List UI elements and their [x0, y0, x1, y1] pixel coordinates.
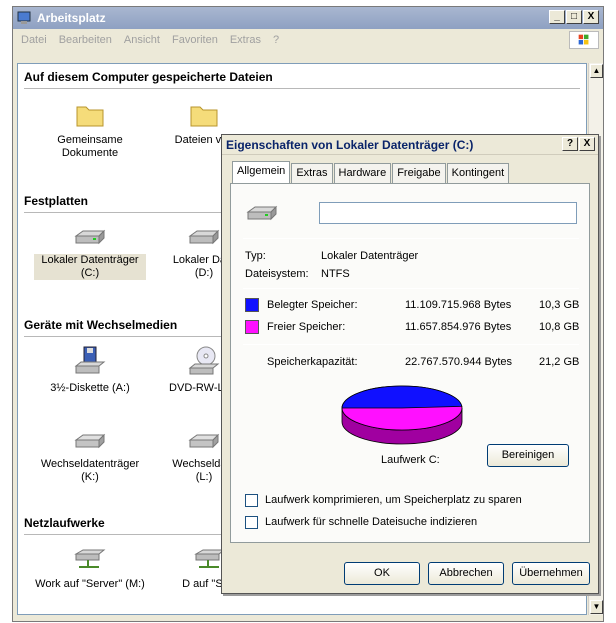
- window-titlebar[interactable]: Arbeitsplatz _ □ X: [13, 7, 603, 29]
- free-space-swatch: [245, 320, 259, 334]
- free-space-bytes: 11.657.854.976 Bytes: [405, 321, 512, 333]
- pie-slice-used: [341, 385, 463, 409]
- divider: [243, 238, 579, 239]
- section-heading-network: Netzlaufwerke: [24, 516, 105, 530]
- hard-drive-icon: [74, 229, 106, 245]
- section-heading-hard-drives: Festplatten: [24, 194, 89, 208]
- minimize-button[interactable]: _: [549, 10, 565, 24]
- menu-extras[interactable]: Extras: [224, 34, 267, 46]
- ok-button[interactable]: OK: [344, 562, 420, 585]
- dvd-drive-icon: [188, 346, 220, 375]
- tab-freigabe[interactable]: Freigabe: [392, 163, 446, 183]
- type-label: Typ:: [245, 250, 266, 262]
- used-space-swatch: [245, 298, 259, 312]
- item-floppy-a[interactable]: 3½-Diskette (A:): [34, 346, 146, 395]
- used-space-gb: 10,3 GB: [539, 299, 580, 311]
- removable-drive-icon: [74, 433, 106, 449]
- capacity-label: Speicherkapazität:: [267, 356, 358, 368]
- network-drive-icon: [74, 549, 106, 568]
- used-space-label: Belegter Speicher:: [267, 299, 358, 311]
- drive-label: Laufwerk C:: [381, 454, 440, 466]
- tab-kontingent[interactable]: Kontingent: [446, 163, 510, 183]
- general-tab-panel: Typ: Lokaler Datenträger Dateisystem: NT…: [230, 183, 590, 543]
- scroll-up-icon[interactable]: ▲: [590, 64, 603, 78]
- divider: [243, 288, 579, 289]
- floppy-drive-icon: [74, 346, 106, 374]
- cancel-button[interactable]: Abbrechen: [428, 562, 504, 585]
- item-label: 3½-Diskette (A:): [50, 382, 130, 394]
- drive-name-input[interactable]: [319, 202, 577, 224]
- tab-hardware[interactable]: Hardware: [333, 163, 392, 183]
- index-label: Laufwerk für schnelle Dateisuche indizie…: [265, 516, 478, 528]
- menu-bearbeiten[interactable]: Bearbeiten: [53, 34, 118, 46]
- section-divider: [24, 88, 580, 89]
- tab-allgemein[interactable]: Allgemein: [232, 161, 291, 183]
- divider: [243, 344, 579, 345]
- compress-checkbox[interactable]: [245, 494, 258, 507]
- capacity-gb: 21,2 GB: [539, 356, 580, 368]
- item-label: Gemeinsame Dokumente: [57, 134, 123, 159]
- menu-favoriten[interactable]: Favoriten: [166, 34, 224, 46]
- filesystem-label: Dateisystem:: [245, 268, 309, 280]
- item-label: Wechseldatenträger: [40, 458, 140, 470]
- folder-icon: [76, 106, 104, 127]
- index-checkbox[interactable]: [245, 516, 258, 529]
- type-value: Lokaler Datenträger: [321, 250, 419, 262]
- windows-logo-icon: [569, 31, 599, 49]
- item-drive-c[interactable]: Lokaler Datenträger (C:): [34, 228, 146, 280]
- item-removable-k[interactable]: Wechseldatenträger (K:): [34, 432, 146, 484]
- dialog-titlebar[interactable]: Eigenschaften von Lokaler Datenträger (C…: [222, 135, 598, 155]
- maximize-button[interactable]: □: [566, 10, 582, 24]
- dialog-title: Eigenschaften von Lokaler Datenträger (C…: [226, 138, 474, 152]
- menu-bar: Datei Bearbeiten Ansicht Favoriten Extra…: [13, 29, 603, 51]
- folder-icon: [190, 106, 218, 127]
- section-heading-removable: Geräte mit Wechselmedien: [24, 318, 178, 332]
- menu-ansicht[interactable]: Ansicht: [118, 34, 166, 46]
- properties-dialog: Eigenschaften von Lokaler Datenträger (C…: [221, 134, 599, 594]
- item-label-drive-letter: (K:): [81, 471, 99, 483]
- item-label: Work auf "Server" (M:): [35, 578, 145, 590]
- dialog-tabs: Allgemein Extras Hardware Freigabe Konti…: [232, 161, 510, 183]
- free-space-gb: 10,8 GB: [539, 321, 580, 333]
- menu-help[interactable]: ?: [267, 34, 285, 46]
- capacity-bytes: 22.767.570.944 Bytes: [405, 356, 513, 368]
- window-title: Arbeitsplatz: [37, 11, 106, 25]
- item-network-m[interactable]: Work auf "Server" (M:): [30, 548, 150, 591]
- used-space-bytes: 11.109.715.968 Bytes: [405, 299, 512, 311]
- tab-extras[interactable]: Extras: [291, 163, 333, 183]
- hard-drive-icon: [188, 229, 220, 245]
- close-button[interactable]: X: [583, 10, 599, 24]
- dialog-close-button[interactable]: X: [579, 137, 595, 151]
- scroll-down-icon[interactable]: ▼: [590, 600, 603, 614]
- filesystem-value: NTFS: [321, 268, 350, 280]
- item-label-drive-letter: (C:): [34, 267, 146, 280]
- menu-datei[interactable]: Datei: [15, 34, 53, 46]
- section-heading-stored-files: Auf diesem Computer gespeicherte Dateien: [24, 70, 273, 84]
- item-shared-documents[interactable]: Gemeinsame Dokumente: [34, 102, 146, 160]
- help-button[interactable]: ?: [562, 137, 578, 151]
- removable-drive-icon: [188, 433, 220, 449]
- my-computer-icon: [17, 11, 31, 24]
- compress-label: Laufwerk komprimieren, um Speicherplatz …: [265, 494, 522, 506]
- item-label: Lokaler Datenträger: [34, 254, 146, 267]
- cleanup-button[interactable]: Bereinigen: [487, 444, 569, 467]
- disk-usage-pie-chart: [341, 385, 463, 445]
- apply-button[interactable]: Übernehmen: [512, 562, 590, 585]
- hard-drive-icon: [246, 205, 278, 221]
- free-space-label: Freier Speicher:: [267, 321, 346, 333]
